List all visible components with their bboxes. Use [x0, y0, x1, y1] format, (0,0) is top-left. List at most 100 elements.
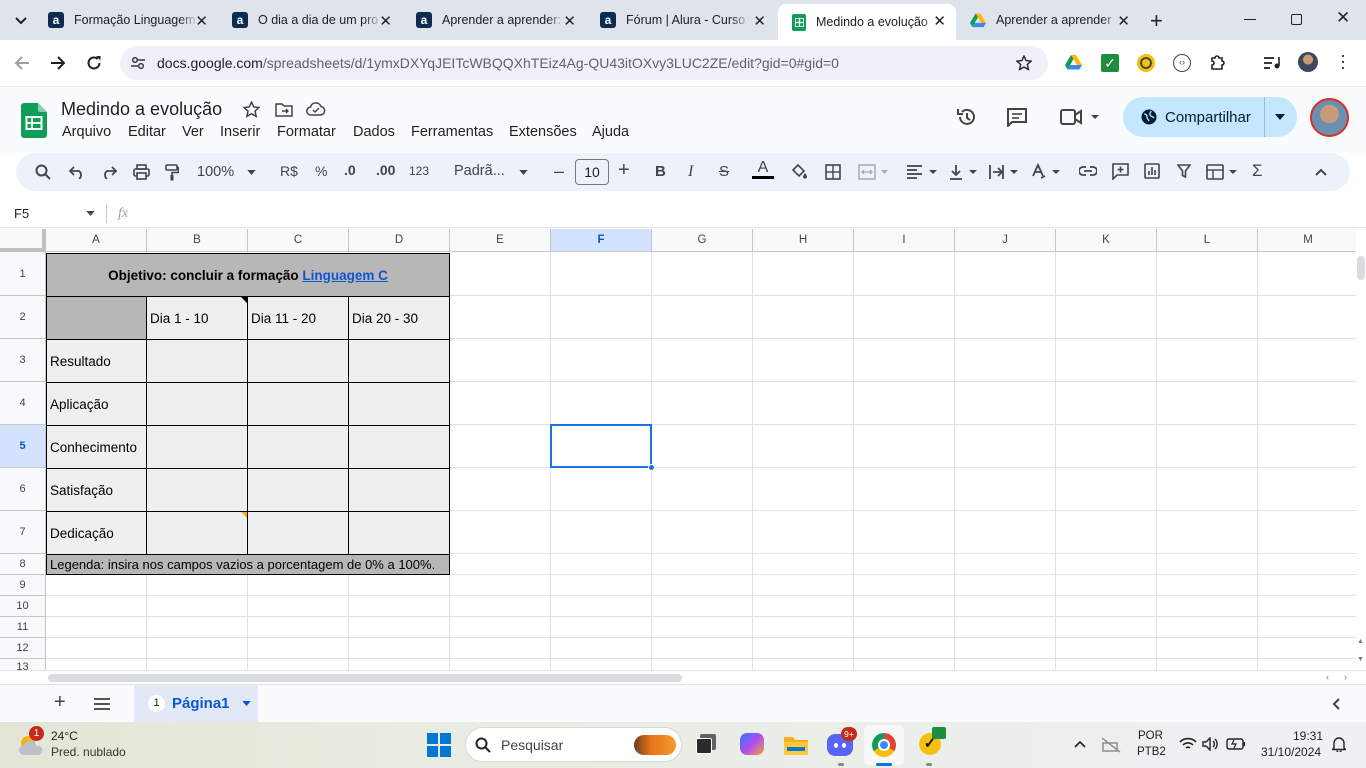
undo-icon[interactable]	[69, 165, 85, 179]
label-cell[interactable]: Aplicação	[46, 382, 147, 426]
site-info-icon[interactable]	[130, 55, 146, 71]
search-menus-icon[interactable]	[35, 164, 51, 180]
share-button[interactable]: Compartilhar	[1123, 97, 1297, 137]
puzzle-extensions-icon[interactable]	[1209, 53, 1227, 71]
checkmark-extension-icon[interactable]: ✓	[1101, 54, 1119, 72]
collapse-toolbar-icon[interactable]	[1315, 168, 1327, 176]
close-icon[interactable]: ✕	[195, 12, 208, 30]
scroll-left-icon[interactable]: ‹	[1326, 672, 1329, 682]
input-cell[interactable]	[146, 339, 248, 383]
browser-tab-active[interactable]: Medindo a evolução ✕	[778, 4, 956, 40]
header-cell-c2[interactable]: Dia 11 - 20	[247, 296, 349, 340]
row-header[interactable]: 8	[0, 554, 46, 575]
insert-link-icon[interactable]	[1079, 166, 1097, 176]
insert-chart-icon[interactable]	[1144, 163, 1160, 179]
percent-format-button[interactable]: %	[315, 163, 327, 179]
input-cell[interactable]	[247, 382, 349, 426]
label-cell[interactable]: Dedicação	[46, 511, 147, 555]
add-sheet-button[interactable]: +	[54, 691, 66, 714]
strikethrough-button[interactable]: S	[719, 163, 729, 180]
row-header[interactable]: 6	[0, 468, 46, 511]
input-cell[interactable]	[348, 382, 450, 426]
label-cell[interactable]: Resultado	[46, 339, 147, 383]
clock-date[interactable]: 31/10/2024	[1261, 745, 1321, 759]
bookmark-star-icon[interactable]	[1016, 55, 1032, 71]
close-window-button[interactable]: ✕	[1336, 8, 1350, 28]
input-cell[interactable]	[348, 425, 450, 469]
row-header[interactable]: 13	[0, 659, 46, 670]
language-indicator[interactable]: POR	[1138, 730, 1163, 742]
input-cell[interactable]	[146, 468, 248, 512]
zoom-select[interactable]: 100%	[197, 164, 234, 180]
formula-input[interactable]	[140, 202, 1360, 226]
menu-extensoes[interactable]: Extensões	[509, 124, 577, 140]
browser-tab[interactable]: a O dia a dia de um pro ✕	[218, 0, 402, 40]
close-icon[interactable]: ✕	[933, 12, 946, 30]
vertical-align-icon[interactable]	[949, 164, 979, 180]
network-off-icon[interactable]	[1101, 737, 1121, 753]
close-icon[interactable]: ✕	[753, 12, 766, 30]
taskbar-search[interactable]: Pesquisar	[465, 727, 682, 762]
filter-icon[interactable]	[1177, 164, 1191, 178]
title-cell[interactable]: Objetivo: concluir a formação Linguagem …	[46, 253, 450, 297]
column-header[interactable]: E	[450, 229, 551, 252]
select-all-corner[interactable]	[0, 229, 46, 252]
close-icon[interactable]: ✕	[379, 12, 392, 30]
account-avatar[interactable]	[1310, 98, 1349, 137]
currency-format-button[interactable]: R$	[280, 163, 298, 179]
forward-icon[interactable]	[50, 55, 66, 71]
input-cell[interactable]	[247, 339, 349, 383]
move-folder-icon[interactable]	[275, 102, 293, 117]
font-dropdown-icon[interactable]	[519, 170, 528, 175]
explore-collapse-icon[interactable]	[1332, 698, 1340, 710]
zoom-dropdown-icon[interactable]	[247, 170, 256, 175]
column-header[interactable]: H	[753, 229, 854, 252]
number-format-button[interactable]: 123	[409, 164, 429, 178]
close-icon[interactable]: ✕	[563, 12, 576, 30]
input-cell[interactable]	[348, 511, 450, 555]
all-sheets-icon[interactable]	[94, 698, 110, 710]
functions-button[interactable]: Σ	[1252, 161, 1263, 181]
scroll-right-icon[interactable]: ›	[1344, 672, 1347, 682]
copilot-icon[interactable]	[740, 733, 764, 755]
row-header[interactable]: 4	[0, 382, 46, 425]
increase-decimal-button[interactable]: .00	[376, 162, 395, 178]
horizontal-scrollbar[interactable]: ‹ ›	[0, 670, 1366, 684]
text-color-button[interactable]: A	[752, 160, 774, 179]
address-bar[interactable]: docs.google.com/spreadsheets/d/1ymxDXYqJ…	[120, 46, 1048, 80]
task-view-icon[interactable]	[696, 734, 716, 754]
version-history-icon[interactable]	[956, 106, 978, 128]
browser-tab[interactable]: a Fórum | Alura - Curso ✕	[586, 0, 776, 40]
italic-button[interactable]: I	[688, 163, 693, 181]
name-box[interactable]: F5	[14, 206, 29, 221]
notification-bell-icon[interactable]	[1332, 736, 1346, 752]
font-family-select[interactable]: Padrã...	[454, 163, 505, 179]
minimize-button[interactable]	[1244, 19, 1256, 20]
code-extension-icon[interactable]: ‹›	[1173, 54, 1191, 72]
scroll-thumb[interactable]	[1357, 256, 1365, 280]
header-cell-d2[interactable]: Dia 20 - 30	[348, 296, 450, 340]
row-header[interactable]: 1	[0, 252, 46, 296]
tab-search-button[interactable]	[10, 10, 32, 32]
file-explorer-icon[interactable]	[783, 734, 809, 756]
star-icon[interactable]	[243, 101, 260, 118]
title-link[interactable]: Linguagem C	[302, 268, 388, 283]
column-header[interactable]: C	[248, 229, 349, 252]
menu-ver[interactable]: Ver	[182, 124, 204, 140]
row-header[interactable]: 11	[0, 617, 46, 638]
menu-inserir[interactable]: Inserir	[220, 124, 260, 140]
text-wrap-icon[interactable]	[989, 164, 1019, 180]
sheet-tab-pagina1[interactable]: 1 Página1	[134, 685, 258, 722]
new-tab-button[interactable]: +	[1150, 8, 1163, 34]
tray-overflow-icon[interactable]	[1074, 740, 1086, 748]
legend-cell[interactable]: Legenda: insira nos campos vazios a porc…	[46, 554, 450, 575]
sheets-logo-icon[interactable]	[21, 103, 47, 138]
label-cell[interactable]: Conhecimento	[46, 425, 147, 469]
row-header[interactable]: 3	[0, 339, 46, 382]
column-header[interactable]: A	[46, 229, 147, 252]
keyboard-layout[interactable]: PTB2	[1137, 746, 1166, 758]
header-cell-b2[interactable]: Dia 1 - 10	[146, 296, 248, 340]
input-cell[interactable]	[247, 425, 349, 469]
column-header[interactable]: D	[349, 229, 450, 252]
menu-editar[interactable]: Editar	[128, 124, 166, 140]
